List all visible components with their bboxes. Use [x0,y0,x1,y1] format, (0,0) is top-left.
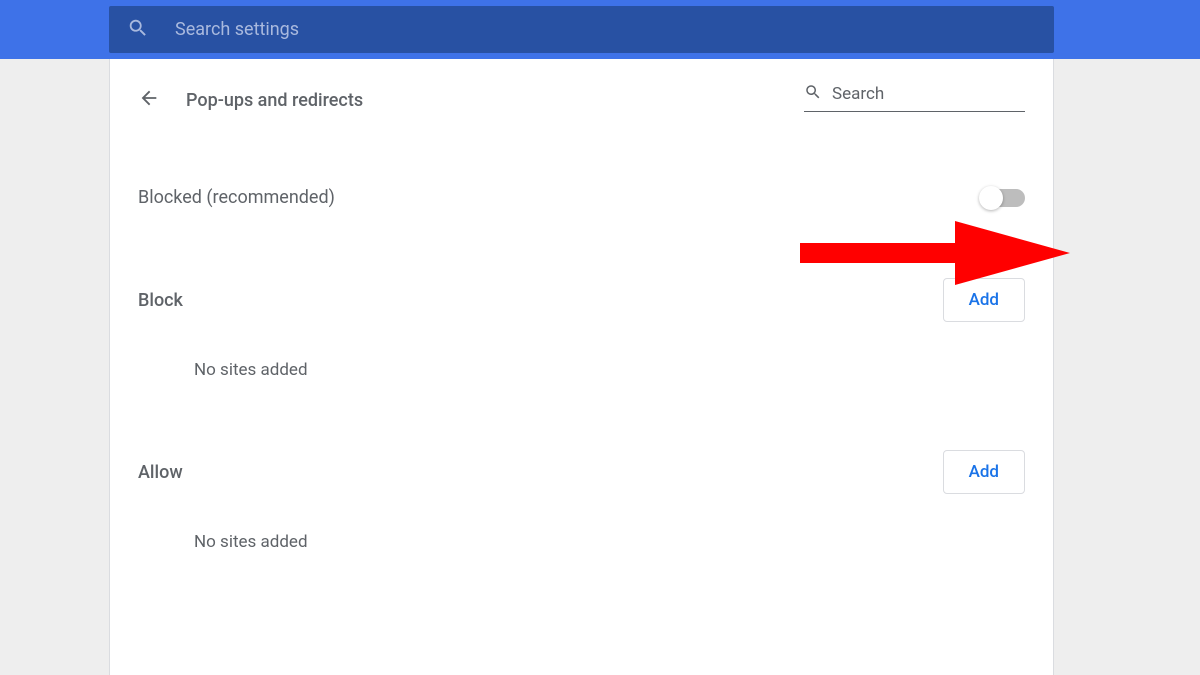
allow-section: Allow Add No sites added [110,450,1053,552]
blocked-toggle[interactable] [981,189,1025,207]
search-icon [804,83,822,105]
block-empty-text: No sites added [194,360,1025,380]
panel-search-input[interactable] [832,84,1012,104]
content-panel: Pop-ups and redirects Blocked (recommend… [109,59,1054,675]
block-add-button[interactable]: Add [943,278,1025,322]
panel-search[interactable] [804,83,1025,112]
allow-empty-text: No sites added [194,532,1025,552]
block-section: Block Add No sites added [110,278,1053,380]
block-section-title: Block [138,290,183,311]
allow-add-button[interactable]: Add [943,450,1025,494]
allow-section-header: Allow Add [138,450,1025,494]
page-title: Pop-ups and redirects [186,90,363,111]
allow-section-title: Allow [138,462,183,483]
search-settings-input[interactable] [175,19,775,40]
block-section-header: Block Add [138,278,1025,322]
panel-header: Pop-ups and redirects [110,59,1053,113]
search-icon [127,17,149,43]
search-settings-bar[interactable] [109,6,1054,53]
blocked-row: Blocked (recommended) [110,187,1053,208]
blocked-label: Blocked (recommended) [138,187,335,208]
top-bar [0,0,1200,59]
toggle-knob [979,186,1003,210]
page-background: Pop-ups and redirects Blocked (recommend… [0,59,1200,675]
back-icon[interactable] [138,87,160,113]
